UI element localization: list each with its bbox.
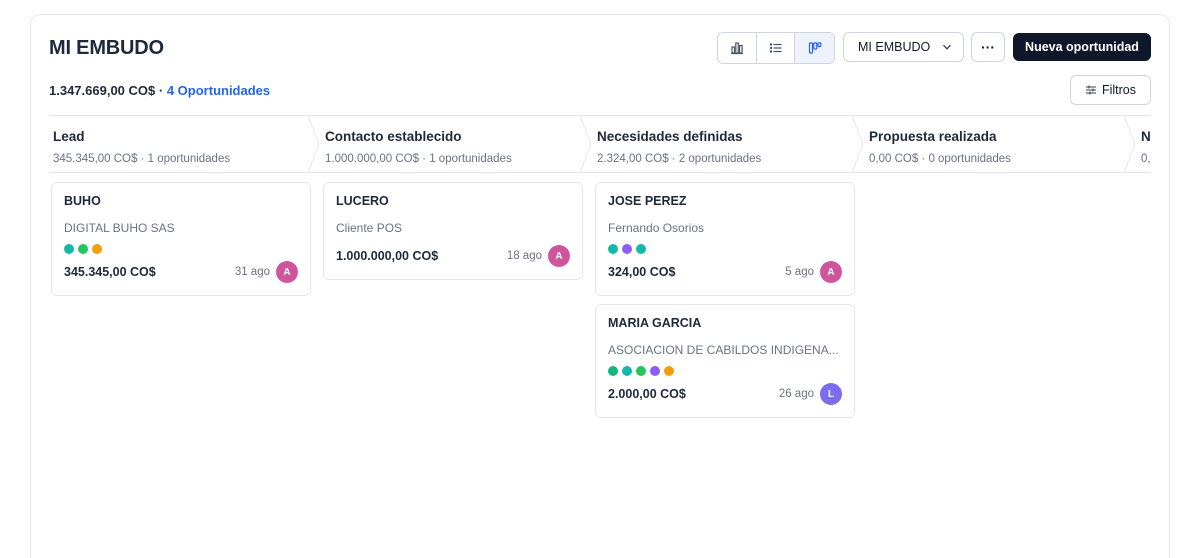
card-title: MARIA GARCIA — [608, 316, 702, 330]
card-age: 5 ago — [785, 266, 814, 278]
stage-column-header[interactable]: Contacto establecido 1.000.000,00 CO$ · 1… — [321, 116, 593, 172]
pipeline-stages: Lead 345.345,00 CO$ · 1 oportunidades Cont… — [49, 115, 1151, 173]
tag-dot — [78, 244, 88, 254]
opportunity-card[interactable]: MARIA GARCIA ASOCIACION DE CABILDOS INDIG… — [595, 304, 855, 418]
new-opportunity-button[interactable]: Nueva oportunidad — [1013, 33, 1151, 61]
tag-dot — [92, 244, 102, 254]
card-age: 26 ago — [778, 388, 814, 400]
avatar: A — [276, 261, 298, 283]
stage-summary: 2.324,00 CO$ · 2 oportunidades — [597, 153, 762, 165]
funnel-select[interactable]: MI EMBUDO — [843, 32, 964, 62]
stage-arrow-icon — [307, 116, 320, 172]
card-contact: Fernando Osorios — [608, 221, 705, 235]
stage-column-header[interactable]: Propuesta realizada 0,00 CO$ · 0 oportuni… — [865, 116, 1137, 172]
stage-arrow-icon — [851, 116, 864, 172]
stage-arrow-icon — [1123, 116, 1136, 172]
card-tags — [64, 244, 102, 254]
opportunities-count-link[interactable]: 4 Oportunidades — [167, 83, 270, 98]
stage-name: N — [1141, 129, 1151, 144]
bar-chart-icon — [730, 42, 743, 55]
tag-dot — [636, 244, 646, 254]
avatar: L — [820, 383, 842, 405]
stage-summary: 0,00 CO$ · 0 oportunidades — [869, 153, 1011, 165]
stage-name: Contacto establecido — [325, 129, 462, 144]
opportunity-card[interactable]: LUCERO Cliente POS 1.000.000,00 CO$ 18 ago A — [323, 182, 583, 280]
tag-dot — [64, 244, 74, 254]
card-amount: 324,00 CO$ — [608, 265, 676, 279]
tag-dot — [650, 366, 660, 376]
view-toggle — [717, 32, 835, 64]
tag-dot — [608, 366, 618, 376]
more-options-button[interactable]: ··· — [971, 32, 1005, 62]
tag-dot — [636, 366, 646, 376]
list-view-button[interactable] — [756, 33, 796, 63]
card-contact: Cliente POS — [336, 221, 403, 235]
filters-label: Filtros — [1101, 83, 1137, 97]
card-title: BUHO — [64, 194, 101, 208]
stage-name: Necesidades definidas — [597, 129, 743, 144]
card-contact: DIGITAL BUHO SAS — [64, 221, 175, 235]
avatar: A — [548, 245, 570, 267]
card-title: LUCERO — [336, 194, 389, 208]
tag-dot — [622, 366, 632, 376]
stage-name: Propuesta realizada — [869, 129, 997, 144]
stage-column-header[interactable]: Lead 345.345,00 CO$ · 1 oportunidades — [49, 116, 321, 172]
pipeline-summary: 1.347.669,00 CO$ · 4 Oportunidades — [49, 83, 270, 98]
card-amount: 2.000,00 CO$ — [608, 387, 686, 401]
stage-name: Lead — [53, 129, 85, 144]
chevron-down-icon — [943, 44, 952, 50]
funnel-select-value: MI EMBUDO — [858, 40, 931, 54]
card-amount: 345.345,00 CO$ — [64, 265, 156, 279]
pipeline-total: 1.347.669,00 CO$ — [49, 83, 156, 98]
card-tags — [608, 244, 646, 254]
avatar: A — [820, 261, 842, 283]
tag-dot — [622, 244, 632, 254]
kanban-view-button[interactable] — [795, 33, 834, 63]
chart-view-button[interactable] — [718, 33, 757, 63]
page-title: MI EMBUDO — [49, 37, 164, 59]
pipeline-panel: MI EMBUDO 1.347.669,00 CO$ · 4 Oportunid… — [30, 14, 1170, 558]
list-icon — [769, 43, 781, 53]
card-age: 18 ago — [506, 250, 542, 262]
opportunity-card[interactable]: JOSE PEREZ Fernando Osorios 324,00 CO$ 5 ag… — [595, 182, 855, 296]
summary-separator: · — [158, 83, 164, 98]
card-amount: 1.000.000,00 CO$ — [336, 249, 439, 263]
opportunity-card[interactable]: BUHO DIGITAL BUHO SAS 345.345,00 CO$ 31 ago… — [51, 182, 311, 296]
tag-dot — [608, 244, 618, 254]
kanban-icon — [808, 42, 822, 54]
filter-sliders-icon — [1085, 85, 1096, 95]
stage-summary: 0, — [1141, 153, 1151, 165]
stage-column-header[interactable]: N 0, — [1137, 116, 1151, 172]
card-contact: ASOCIACION DE CABILDOS INDIGENA... — [608, 343, 839, 357]
stage-arrow-icon — [579, 116, 592, 172]
tag-dot — [664, 366, 674, 376]
card-age: 31 ago — [234, 266, 270, 278]
card-title: JOSE PEREZ — [608, 194, 687, 208]
filters-button[interactable]: Filtros — [1070, 75, 1151, 105]
stage-summary: 1.000.000,00 CO$ · 1 oportunidades — [325, 153, 512, 165]
stage-summary: 345.345,00 CO$ · 1 oportunidades — [53, 153, 231, 165]
stage-column-header[interactable]: Necesidades definidas 2.324,00 CO$ · 2 op… — [593, 116, 865, 172]
card-tags — [608, 366, 674, 376]
